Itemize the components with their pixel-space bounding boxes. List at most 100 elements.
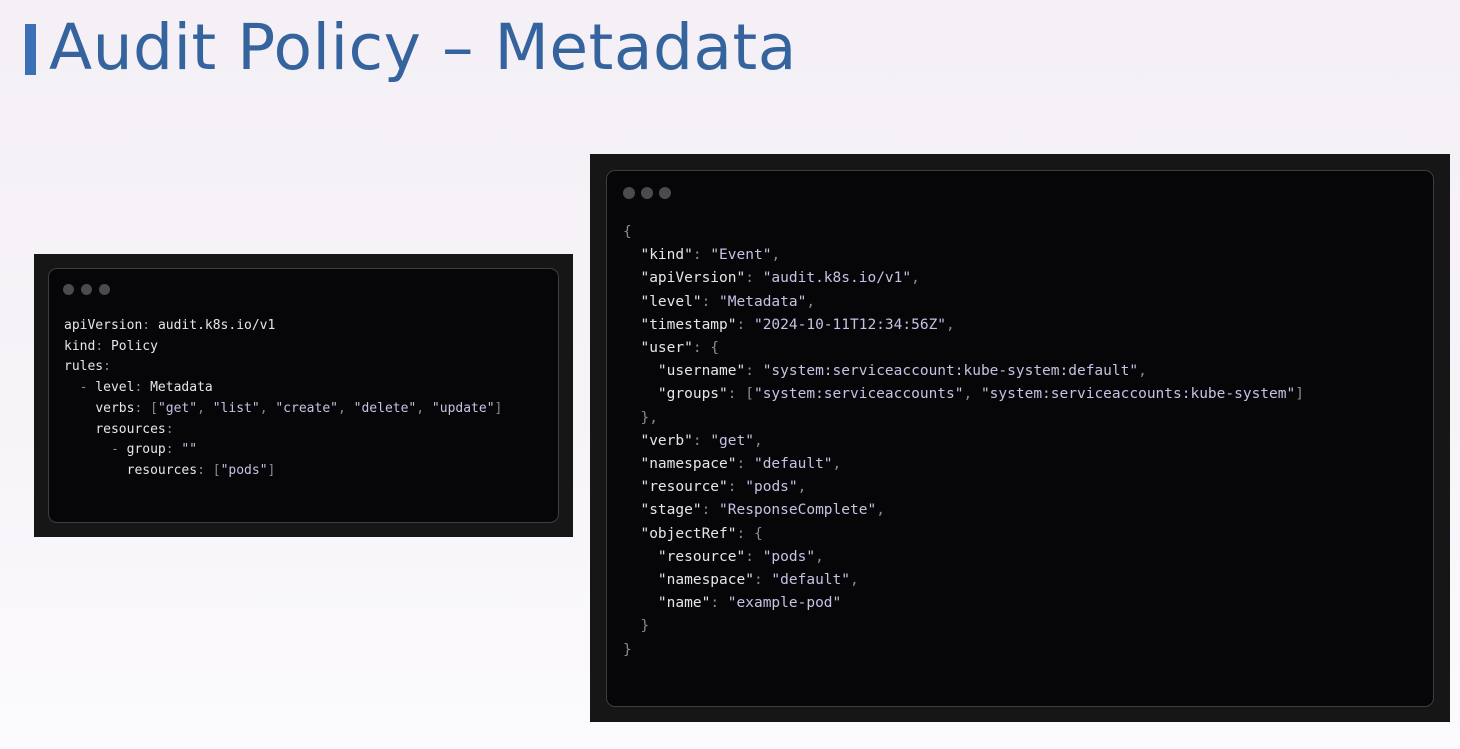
code-token: - xyxy=(64,380,96,396)
code-line: - group: "" xyxy=(64,440,502,461)
code-line: } xyxy=(623,615,1304,638)
code-token: , xyxy=(832,456,842,473)
code-token: verbs xyxy=(95,400,135,416)
event-code-panel: { "kind": "Event", "apiVersion": "audit.… xyxy=(590,154,1450,722)
code-line: { xyxy=(623,221,1304,244)
code-token: "system:serviceaccounts:kube-system" xyxy=(980,386,1296,403)
code-token: rules xyxy=(64,359,104,375)
code-token: Metadata xyxy=(150,380,213,396)
code-token: "verb" xyxy=(640,432,693,449)
code-token: : xyxy=(701,502,720,519)
code-token: : xyxy=(142,318,158,333)
code-token: group xyxy=(126,442,166,458)
code-token: "username" xyxy=(657,363,746,380)
code-token: apiVersion xyxy=(64,318,143,333)
code-token: , xyxy=(797,479,807,496)
slide-title: Audit Policy – Metadata xyxy=(49,11,797,84)
code-token: "kind" xyxy=(640,247,693,264)
code-token: "pods" xyxy=(762,548,816,565)
code-token: "namespace" xyxy=(640,456,737,473)
code-token: , xyxy=(850,572,859,589)
code-line: resources: xyxy=(64,420,502,441)
window-dot-icon xyxy=(99,284,110,295)
code-line: "user": { xyxy=(623,337,1304,360)
code-token: } xyxy=(623,641,632,658)
code-token: "Metadata" xyxy=(719,293,807,310)
code-token: "apiVersion" xyxy=(640,270,746,287)
code-line: "resource": "pods", xyxy=(623,476,1304,499)
code-line: }, xyxy=(623,407,1304,430)
code-token: : xyxy=(134,380,151,396)
code-token: : xyxy=(692,247,711,264)
window-dot-icon xyxy=(641,187,653,199)
code-token: "namespace" xyxy=(657,572,754,589)
code-token: "default" xyxy=(753,456,833,473)
code-token: : xyxy=(745,270,763,287)
code-token: : xyxy=(692,432,711,449)
code-token: : xyxy=(727,479,746,496)
code-token: "audit.k8s.io/v1" xyxy=(762,270,912,287)
code-token: level xyxy=(95,380,135,396)
code-token: "user" xyxy=(640,340,693,357)
code-line: "verb": "get", xyxy=(623,430,1304,453)
code-token: : xyxy=(710,595,728,612)
title-accent-bar xyxy=(25,24,36,75)
code-token: "pods" xyxy=(220,462,268,478)
window-controls xyxy=(623,187,671,199)
code-token: , xyxy=(806,293,816,310)
code-token: "objectRef" xyxy=(640,525,737,542)
code-token: : [ xyxy=(197,462,221,478)
code-token: : xyxy=(745,548,763,565)
code-line: "username": "system:serviceaccount:kube-… xyxy=(623,360,1304,383)
code-token: "" xyxy=(181,442,198,458)
code-token: "default" xyxy=(771,572,850,589)
code-token: "example-pod" xyxy=(727,595,842,612)
code-token: Policy xyxy=(110,338,158,354)
code-line: verbs: ["get", "list", "create", "delete… xyxy=(64,399,502,420)
code-token: } xyxy=(623,618,650,635)
code-line: "objectRef": { xyxy=(623,523,1304,546)
code-token: "groups" xyxy=(657,386,728,403)
window-controls xyxy=(63,284,110,295)
code-token: ] xyxy=(267,462,276,478)
code-token: : xyxy=(736,456,754,473)
code-line: "timestamp": "2024-10-11T12:34:56Z", xyxy=(623,314,1304,337)
code-token: "2024-10-11T12:34:56Z" xyxy=(753,316,947,333)
code-token: "resource" xyxy=(640,479,728,496)
code-token: , xyxy=(911,270,920,287)
code-token: audit.k8s.io/v1 xyxy=(157,318,276,333)
code-token: , xyxy=(337,400,354,416)
code-token: resources xyxy=(126,462,198,478)
code-line: "stage": "ResponseComplete", xyxy=(623,499,1304,522)
code-token: "get" xyxy=(710,432,754,449)
code-token: { xyxy=(623,224,632,240)
code-token: , xyxy=(963,386,981,403)
code-token: , xyxy=(259,400,276,416)
code-token: , xyxy=(753,432,763,449)
code-token: : xyxy=(736,316,754,333)
code-token: , xyxy=(815,548,824,565)
code-token: kind xyxy=(64,338,96,354)
code-token: ] xyxy=(1295,386,1304,403)
code-line: "name": "example-pod" xyxy=(623,592,1304,615)
code-token: : xyxy=(103,359,111,375)
code-line: kind: Policy xyxy=(64,337,502,358)
code-token: , xyxy=(946,316,955,333)
code-line: "apiVersion": "audit.k8s.io/v1", xyxy=(623,267,1304,290)
code-line: rules: xyxy=(64,357,502,378)
code-token: : { xyxy=(692,340,720,357)
code-token: "update" xyxy=(431,400,495,416)
code-line: } xyxy=(623,639,1304,662)
